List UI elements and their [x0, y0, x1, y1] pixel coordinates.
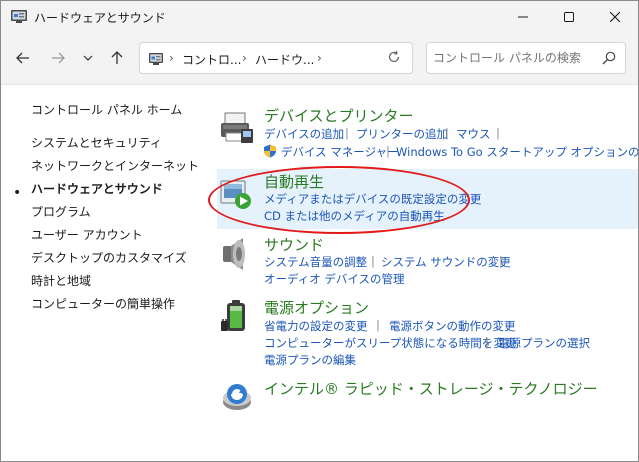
link-separator: |	[345, 126, 349, 140]
speaker-icon	[219, 236, 255, 272]
category-title[interactable]: デバイスとプリンター	[264, 105, 414, 126]
minimize-button[interactable]	[500, 1, 546, 33]
chevron-down-icon	[83, 55, 93, 61]
link-separator: |	[499, 254, 503, 268]
sidebar-item-network-internet[interactable]: ネットワークとインターネット	[31, 157, 199, 174]
maximize-button[interactable]	[546, 1, 592, 33]
forward-button[interactable]	[47, 47, 69, 69]
intel-rst-icon	[219, 378, 255, 414]
main-content: デバイスとプリンター デバイスの追加 | プリンターの追加 | マウス | デバ…	[211, 85, 638, 461]
sidebar-item-user-accounts[interactable]: ユーザー アカウント	[31, 226, 143, 243]
edit-power-plan-link[interactable]: 電源プランの編集	[264, 352, 356, 368]
up-button[interactable]	[106, 47, 128, 69]
category-title[interactable]: サウンド	[264, 234, 324, 255]
sidebar-item-hardware-sound[interactable]: ハードウェアとサウンド	[31, 180, 163, 197]
change-power-saving-settings-link[interactable]: 省電力の設定の変更	[264, 318, 368, 334]
category-title[interactable]: 自動再生	[264, 171, 324, 192]
sidebar-item-appearance[interactable]: デスクトップのカスタマイズ	[31, 249, 187, 266]
arrow-right-icon	[52, 52, 65, 64]
link-separator: |	[485, 335, 489, 349]
window-title: ハードウェアとサウンド	[34, 11, 166, 25]
control-panel-home-link[interactable]: コントロール パネル ホーム	[31, 101, 182, 118]
link-separator: |	[376, 318, 380, 332]
device-manager-link[interactable]: デバイス マネージャー	[281, 144, 399, 160]
change-sleep-time-link[interactable]: コンピューターがスリープ状態になる時間を変更	[264, 335, 516, 351]
refresh-button[interactable]	[384, 47, 404, 67]
breadcrumb-chevron-icon: ›	[169, 51, 174, 65]
printer-icon	[219, 111, 255, 147]
refresh-icon	[388, 50, 400, 63]
change-power-buttons-link[interactable]: 電源ボタンの動作の変更	[389, 318, 516, 334]
autoplay-icon	[219, 175, 255, 211]
close-button[interactable]	[592, 1, 638, 33]
sidebar-item-clock-region[interactable]: 時計と地域	[31, 272, 91, 289]
windows-to-go-link[interactable]: Windows To Go スタートアップ オプションの変更	[396, 144, 638, 160]
add-printer-link[interactable]: プリンターの追加	[356, 126, 448, 142]
link-separator: |	[386, 144, 390, 158]
address-bar[interactable]: › コントロ... › ハードウ... ›	[139, 42, 497, 74]
category-title[interactable]: 電源オプション	[264, 297, 369, 318]
sidebar-item-programs[interactable]: プログラム	[31, 203, 91, 220]
navigation-bar: › コントロ... › ハードウ... ›	[1, 33, 638, 85]
left-navigation: コントロール パネル ホーム システムとセキュリティ ネットワークとインターネッ…	[1, 85, 201, 461]
category-title[interactable]: インテル® ラピッド・ストレージ・テクノロジー	[264, 378, 598, 399]
mouse-link[interactable]: マウス	[456, 126, 491, 142]
title-bar: ハードウェアとサウンド	[1, 1, 638, 33]
maximize-icon	[564, 12, 574, 22]
battery-icon	[219, 299, 255, 335]
breadcrumb-chevron-icon: ›	[317, 51, 322, 65]
breadcrumb-hardware-sound[interactable]: ハードウ...	[255, 51, 314, 68]
minimize-icon	[518, 16, 528, 18]
autoplay-cd-media-link[interactable]: CD または他のメディアの自動再生	[264, 208, 445, 224]
current-page-bullet: •	[13, 185, 22, 201]
manage-audio-devices-link[interactable]: オーディオ デバイスの管理	[264, 271, 405, 287]
link-separator: |	[371, 254, 375, 268]
arrow-up-icon	[111, 51, 123, 64]
link-separator: |	[445, 126, 449, 140]
sidebar-item-ease-of-access[interactable]: コンピューターの簡単操作	[31, 295, 175, 312]
breadcrumb-control-panel[interactable]: コントロ...	[182, 51, 241, 68]
link-separator: |	[496, 126, 500, 140]
arrow-left-icon	[16, 52, 29, 64]
sidebar-item-system-security[interactable]: システムとセキュリティ	[31, 134, 162, 151]
back-button[interactable]	[12, 47, 34, 69]
adjust-system-volume-link[interactable]: システム音量の調整	[264, 254, 367, 270]
choose-power-plan-link[interactable]: 電源プランの選択	[498, 335, 590, 351]
control-panel-icon	[10, 8, 28, 24]
close-icon	[610, 12, 620, 22]
breadcrumb-chevron-icon: ›	[242, 51, 247, 65]
shield-icon	[263, 144, 277, 161]
search-input[interactable]	[433, 49, 583, 67]
recent-locations-button[interactable]	[77, 47, 99, 69]
change-system-sounds-link[interactable]: システム サウンドの変更	[381, 254, 511, 270]
search-icon[interactable]	[602, 51, 618, 67]
control-panel-window: ハードウェアとサウンド › コントロ... › ハードウ... › コントロール…	[0, 0, 639, 462]
change-default-media-settings-link[interactable]: メディアまたはデバイスの既定設定の変更	[264, 191, 481, 207]
search-box[interactable]	[426, 42, 626, 74]
add-device-link[interactable]: デバイスの追加	[264, 126, 344, 142]
control-panel-icon	[148, 52, 164, 66]
